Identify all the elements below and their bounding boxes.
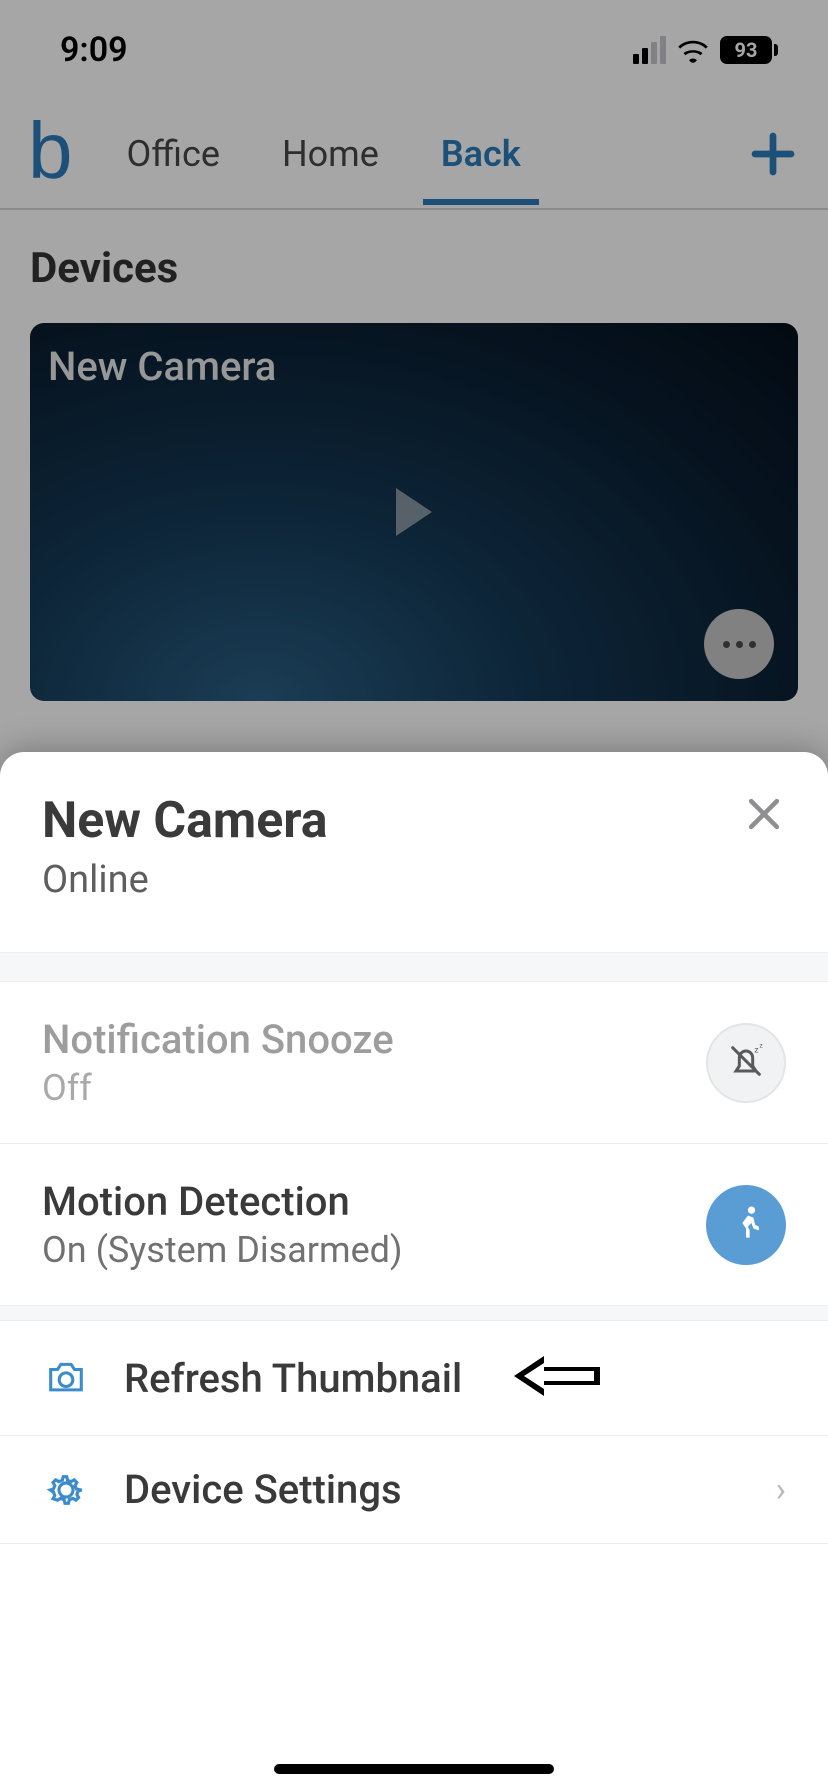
motion-detection-row[interactable]: Motion Detection On (System Disarmed) — [0, 1144, 828, 1305]
device-settings-label: Device Settings — [124, 1466, 402, 1513]
refresh-thumbnail-label: Refresh Thumbnail — [124, 1355, 462, 1402]
svg-text:z: z — [754, 1045, 758, 1055]
sheet-status: Online — [42, 858, 327, 902]
camera-icon — [42, 1361, 90, 1395]
snooze-off-icon: zz — [726, 1041, 766, 1085]
home-indicator[interactable] — [274, 1764, 554, 1774]
device-settings-row[interactable]: Device Settings › — [0, 1436, 828, 1544]
device-bottom-sheet: New Camera Online Notification Snooze Of… — [0, 752, 828, 1792]
notification-snooze-row[interactable]: Notification Snooze Off zz — [0, 982, 828, 1144]
annotation-arrow-icon — [514, 1351, 600, 1405]
motion-value: On (System Disarmed) — [42, 1229, 403, 1271]
snooze-label: Notification Snooze — [42, 1016, 394, 1063]
snooze-value: Off — [42, 1067, 394, 1109]
refresh-thumbnail-row[interactable]: Refresh Thumbnail — [0, 1321, 828, 1436]
motion-label: Motion Detection — [42, 1178, 403, 1225]
close-button[interactable] — [742, 792, 786, 836]
svg-text:z: z — [759, 1041, 763, 1049]
snooze-toggle[interactable]: zz — [706, 1023, 786, 1103]
chevron-right-icon: › — [776, 1470, 786, 1510]
sheet-title: New Camera — [42, 792, 327, 850]
motion-toggle[interactable] — [706, 1185, 786, 1265]
running-person-icon — [724, 1201, 768, 1249]
gear-icon — [42, 1469, 90, 1511]
